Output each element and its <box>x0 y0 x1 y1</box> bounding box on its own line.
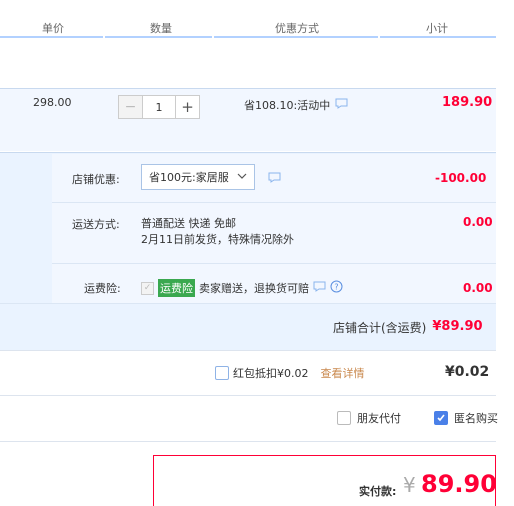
svg-text:?: ? <box>334 283 338 292</box>
header-price: 单价 <box>42 22 64 35</box>
decrease-button[interactable]: − <box>118 95 143 119</box>
payment-label: 实付款: <box>359 485 397 498</box>
shop-discount-select[interactable]: 省100元:家居服 <box>141 164 255 190</box>
section-divider <box>0 350 496 351</box>
friend-pay-checkbox[interactable] <box>337 411 351 425</box>
insurance-amount: 0.00 <box>463 281 493 295</box>
shop-discount-amount: -100.00 <box>435 171 487 185</box>
redpacket-checkbox[interactable] <box>215 366 229 380</box>
chat-bubble-icon[interactable] <box>268 172 281 186</box>
friend-pay-option[interactable]: 朋友代付 <box>337 410 401 426</box>
shop-divider <box>52 202 496 203</box>
quantity-stepper[interactable]: − 1 + <box>118 95 200 119</box>
shop-total: 店铺合计(含运费) ¥89.90 <box>333 319 483 336</box>
check-icon <box>437 414 445 422</box>
section-divider <box>0 441 496 442</box>
chevron-down-icon <box>236 170 248 182</box>
anonymous-label: 匿名购买 <box>454 412 498 425</box>
shipping-label: 运送方式: <box>72 218 120 231</box>
shipping-amount: 0.00 <box>463 215 493 229</box>
redpacket-label: 红包抵扣¥0.02 <box>233 367 309 380</box>
item-promo: 省108.10:活动中 <box>244 97 348 113</box>
shop-discount-value: 省100元:家居服 <box>149 171 229 184</box>
insurance-option: ✓ 运费险 卖家赠送，退换货可赔 ? <box>141 279 343 297</box>
header-quantity: 数量 <box>150 22 172 35</box>
chat-bubble-icon[interactable] <box>335 98 348 112</box>
shop-total-label: 店铺合计(含运费) <box>333 321 427 335</box>
help-icon[interactable]: ? <box>330 280 343 296</box>
insurance-tag: 运费险 <box>158 279 195 297</box>
shipping-details: 普通配送 快递 免邮 2月11日前发货，特殊情况除外 <box>141 216 294 248</box>
insurance-label: 运费险: <box>84 282 121 295</box>
increase-button[interactable]: + <box>175 95 200 119</box>
promo-text: 省108.10:活动中 <box>244 99 331 112</box>
payment-total: 89.90 <box>421 470 497 498</box>
payment-currency: ¥ <box>403 473 416 497</box>
quantity-input[interactable]: 1 <box>143 95 175 119</box>
anonymous-checkbox[interactable] <box>434 411 448 425</box>
redpacket-detail-link[interactable]: 查看详情 <box>321 365 365 381</box>
anonymous-option[interactable]: 匿名购买 <box>434 410 498 426</box>
header-subtotal: 小计 <box>426 22 448 35</box>
insurance-checkbox: ✓ <box>141 281 154 295</box>
shop-discount-label: 店铺优惠: <box>72 173 120 186</box>
shop-divider <box>0 303 496 304</box>
redpacket-row: 红包抵扣¥0.02 查看详情 <box>215 365 365 381</box>
section-divider <box>0 395 496 396</box>
shipping-date: 2月11日前发货，特殊情况除外 <box>141 233 294 246</box>
friend-pay-label: 朋友代付 <box>357 412 401 425</box>
shop-total-value: ¥89.90 <box>432 319 483 334</box>
chat-bubble-icon[interactable] <box>313 281 326 295</box>
shipping-method: 普通配送 快递 免邮 <box>141 217 236 230</box>
header-promo: 优惠方式 <box>275 22 319 35</box>
redpacket-amount: ¥0.02 <box>445 364 490 380</box>
item-subtotal: 189.90 <box>442 95 493 110</box>
insurance-desc: 卖家赠送，退换货可赔 <box>199 282 309 295</box>
cart-table-header: 单价 数量 优惠方式 小计 <box>0 0 496 38</box>
unit-price: 298.00 <box>33 96 72 109</box>
shop-divider <box>52 263 496 264</box>
